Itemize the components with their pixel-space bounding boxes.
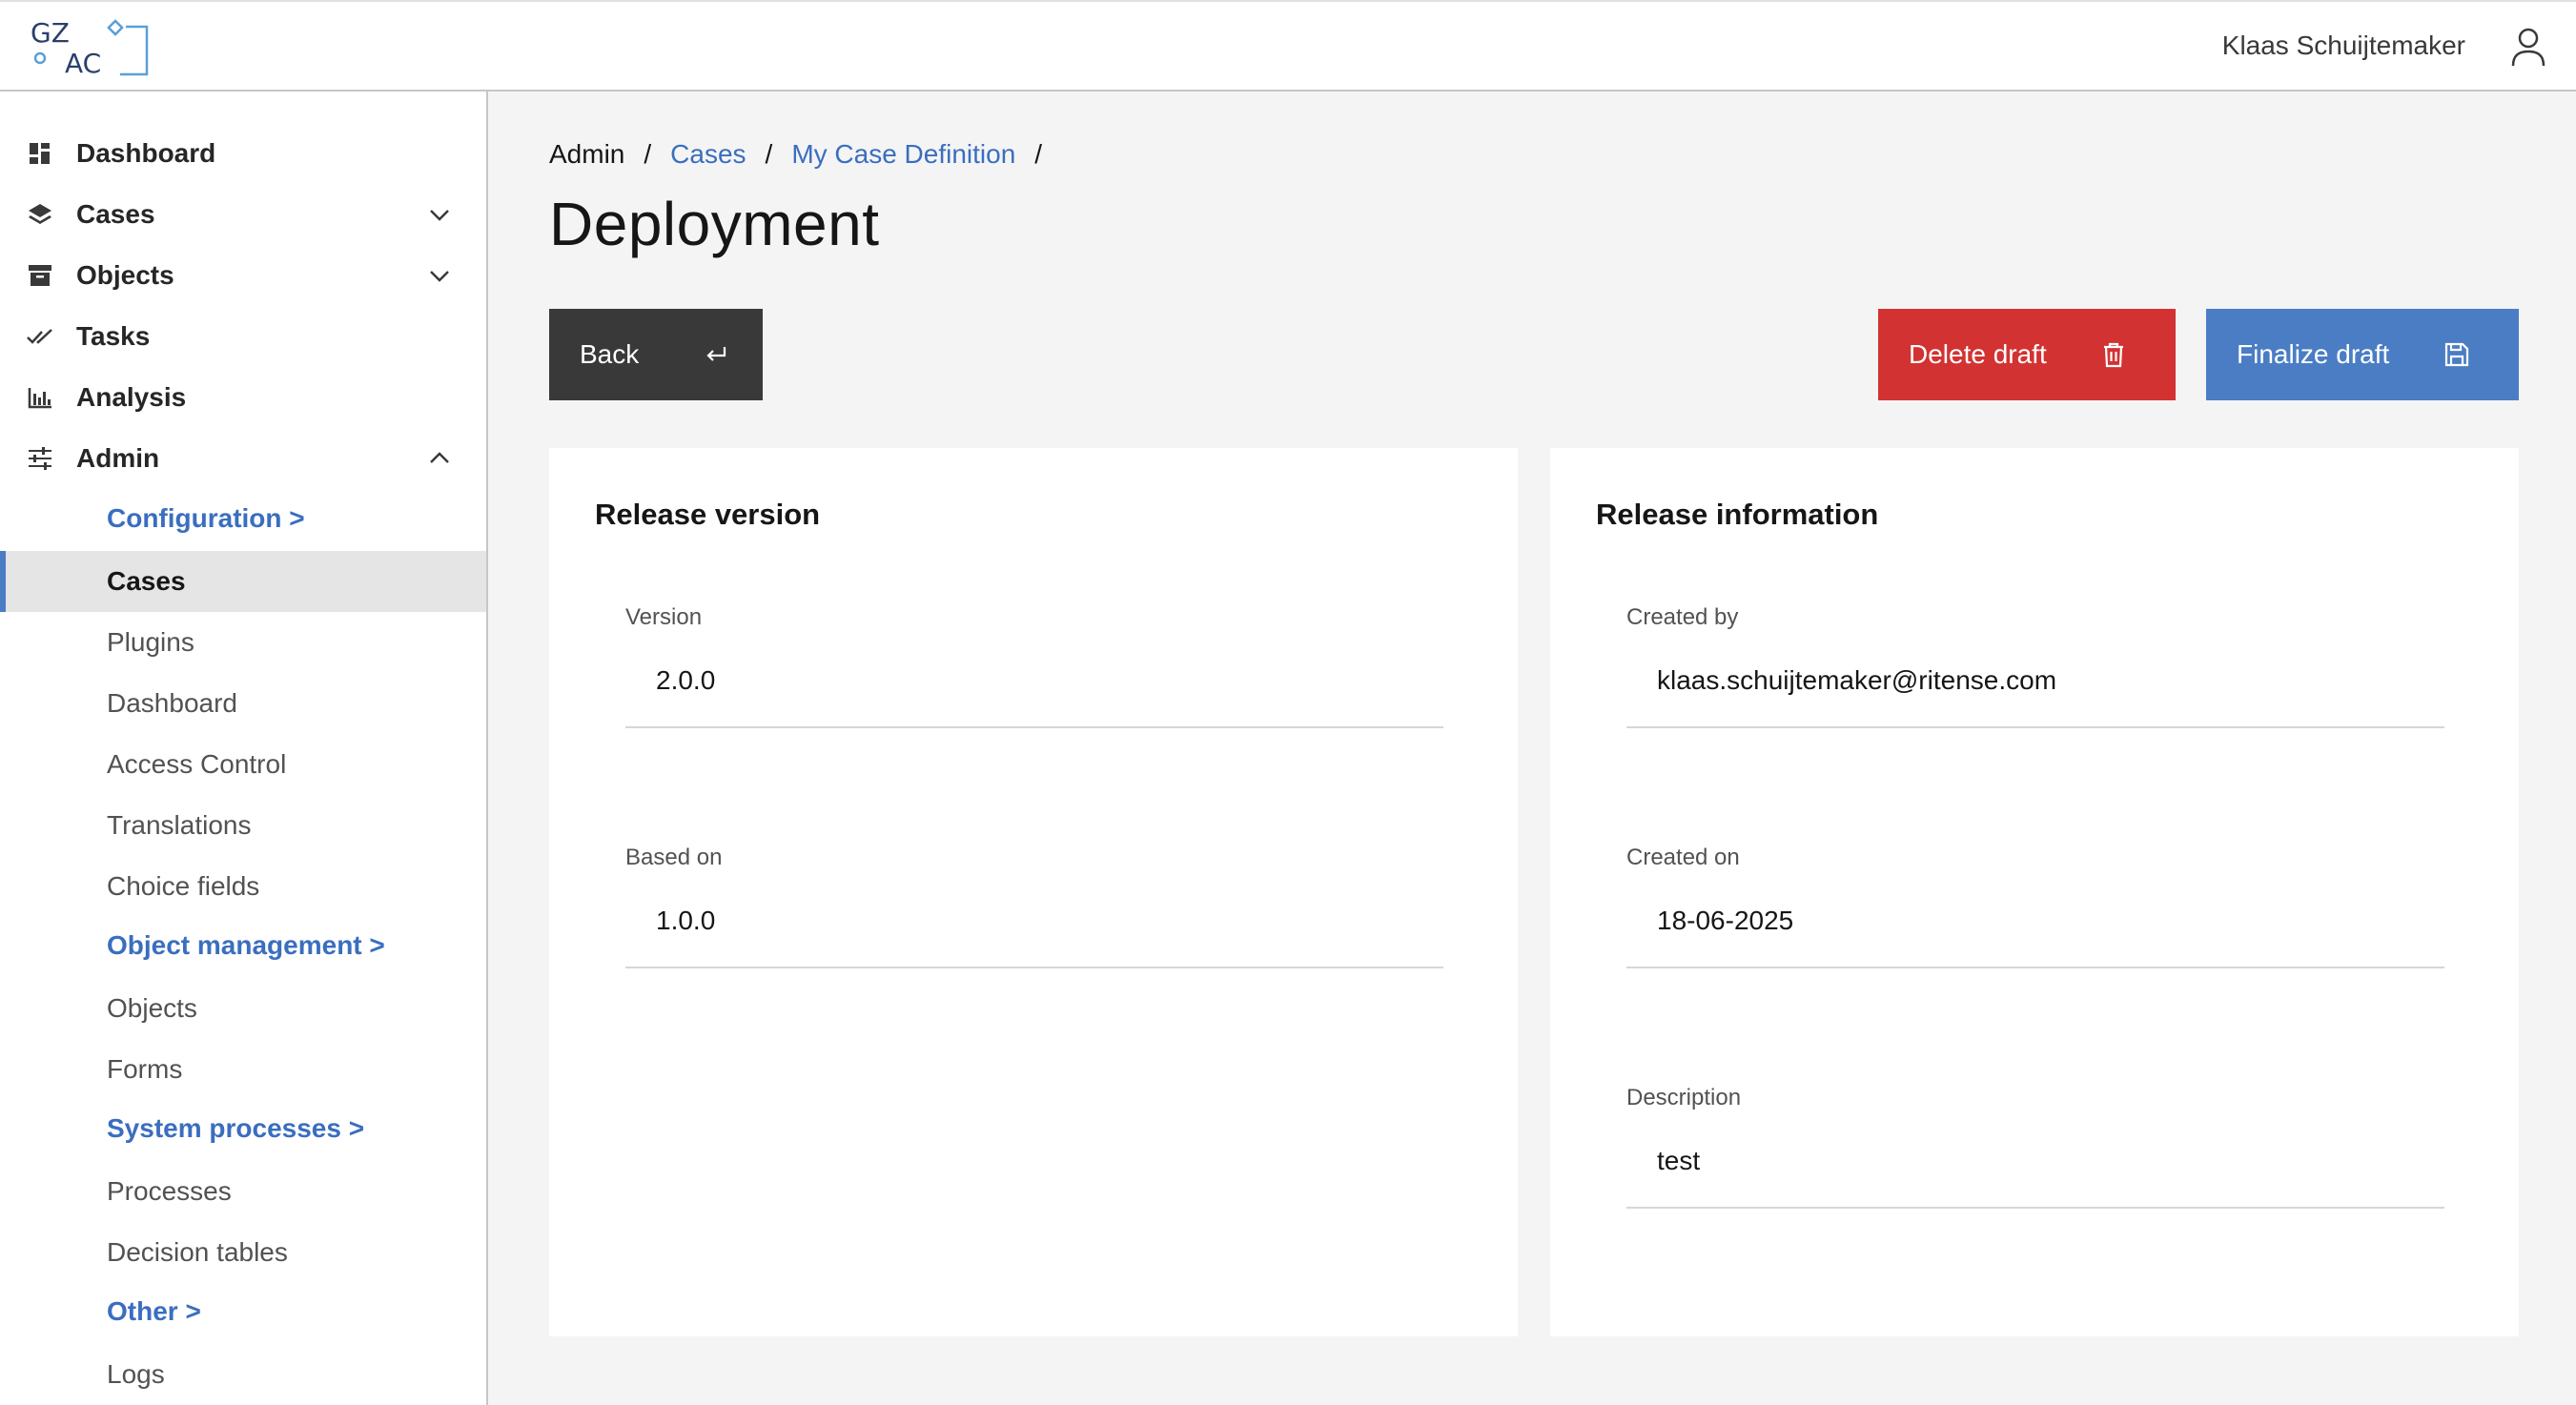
breadcrumb-separator: / (1034, 139, 1043, 169)
sidebar-item-objects[interactable]: Objects (0, 245, 486, 306)
user-icon[interactable] (2509, 27, 2547, 67)
top-header: GZ AC Klaas Schuijtemaker (0, 0, 2576, 92)
user-name: Klaas Schuijtemaker (2221, 31, 2465, 60)
breadcrumb-admin: Admin (549, 139, 625, 169)
sidebar-group-other[interactable]: Other > (0, 1281, 486, 1342)
sidebar-item-tasks[interactable]: Tasks (0, 306, 486, 367)
sidebar-item-analysis[interactable]: Analysis (0, 367, 486, 428)
svg-text:GZ: GZ (31, 17, 70, 49)
sidebar-item-label: Plugins (107, 627, 194, 657)
sidebar-item-admin-dashboard[interactable]: Dashboard (0, 673, 486, 734)
sidebar-item-label: Forms (107, 1054, 183, 1084)
page-title: Deployment (549, 190, 880, 258)
sidebar-item-label: Logs (107, 1359, 165, 1389)
version-label: Version (625, 604, 703, 630)
sidebar-item-processes[interactable]: Processes (0, 1161, 486, 1222)
created-on-field: 18-06-2025 (1626, 885, 2444, 968)
created-on-label: Created on (1626, 845, 1740, 870)
chevron-up-icon[interactable] (425, 444, 454, 473)
sidebar-item-label: Tasks (76, 321, 151, 351)
sidebar-item-label: Access Control (107, 749, 287, 779)
created-by-value: klaas.schuijtemaker@ritense.com (1657, 665, 2057, 695)
sidebar-group-configuration[interactable]: Configuration > (0, 488, 486, 549)
bar-chart-icon (27, 384, 53, 411)
breadcrumb-separator: / (765, 139, 773, 169)
chevron-down-icon[interactable] (425, 261, 454, 290)
description-value: test (1657, 1146, 1701, 1175)
trash-icon (2099, 340, 2128, 369)
sidebar-item-label: Processes (107, 1176, 232, 1206)
checkmark-icon (27, 323, 53, 350)
sidebar-item-choice-fields[interactable]: Choice fields (0, 856, 486, 917)
sidebar-item-label: Choice fields (107, 871, 260, 901)
chevron-down-icon[interactable] (425, 200, 454, 229)
version-value: 2.0.0 (656, 665, 716, 695)
created-by-field: klaas.schuijtemaker@ritense.com (1626, 644, 2444, 728)
based-on-label: Based on (625, 845, 723, 870)
description-field: test (1626, 1125, 2444, 1209)
card-title: Release information (1596, 498, 1879, 531)
finalize-draft-button[interactable]: Finalize draft (2206, 309, 2519, 400)
sidebar-item-admin-cases[interactable]: Cases (0, 551, 486, 612)
sidebar-item-forms[interactable]: Forms (0, 1039, 486, 1100)
sidebar-item-label: Cases (76, 199, 155, 229)
delete-draft-button[interactable]: Delete draft (1878, 309, 2176, 400)
sidebar-item-logs[interactable]: Logs (0, 1344, 486, 1405)
breadcrumb-separator: / (644, 139, 652, 169)
sidebar-item-plugins[interactable]: Plugins (0, 612, 486, 673)
sidebar-group-label: Configuration > (107, 503, 305, 533)
version-field: 2.0.0 (625, 644, 1443, 728)
created-by-label: Created by (1626, 604, 1739, 630)
sidebar-group-label: System processes > (107, 1113, 365, 1143)
sidebar-item-translations[interactable]: Translations (0, 795, 486, 856)
card-title: Release version (595, 498, 821, 531)
sidebar-item-label: Cases (107, 566, 186, 596)
breadcrumb-case-definition-link[interactable]: My Case Definition (791, 139, 1015, 170)
based-on-value: 1.0.0 (656, 906, 716, 935)
sidebar-item-label: Decision tables (107, 1237, 288, 1267)
layers-icon (27, 201, 53, 228)
release-version-card: Release version Version 2.0.0 Based on 1… (549, 448, 1518, 1336)
sidebar-group-object-management[interactable]: Object management > (0, 915, 486, 976)
grid-icon (27, 140, 53, 167)
back-button[interactable]: Back (549, 309, 763, 400)
sidebar-item-access-control[interactable]: Access Control (0, 734, 486, 795)
sidebar-item-label: Translations (107, 810, 252, 840)
sidebar-item-label: Admin (76, 443, 160, 473)
finalize-draft-label: Finalize draft (2237, 339, 2390, 369)
sidebar-group-label: Other > (107, 1296, 201, 1326)
sidebar-item-label: Objects (76, 260, 174, 290)
archive-icon (27, 262, 53, 289)
release-information-card: Release information Created by klaas.sch… (1550, 448, 2519, 1336)
sidebar: Dashboard Cases Objects Tasks Analysis A… (0, 92, 488, 1405)
based-on-field: 1.0.0 (625, 885, 1443, 968)
created-on-value: 18-06-2025 (1657, 906, 1794, 935)
sliders-icon (27, 445, 53, 472)
delete-draft-label: Delete draft (1909, 339, 2047, 369)
sidebar-item-label: Dashboard (76, 138, 216, 168)
app-logo[interactable]: GZ AC (29, 15, 153, 79)
description-label: Description (1626, 1085, 1742, 1110)
sidebar-group-label: Object management > (107, 930, 385, 960)
breadcrumb: Admin / Cases / My Case Definition / (549, 139, 1061, 170)
sidebar-item-cases[interactable]: Cases (0, 184, 486, 245)
breadcrumb-cases-link[interactable]: Cases (670, 139, 746, 170)
back-button-label: Back (580, 339, 640, 369)
sidebar-item-label: Dashboard (107, 688, 237, 718)
sidebar-item-admin[interactable]: Admin (0, 428, 486, 489)
sidebar-item-decision-tables[interactable]: Decision tables (0, 1222, 486, 1283)
sidebar-group-system-processes[interactable]: System processes > (0, 1098, 486, 1159)
sidebar-item-label: Analysis (76, 382, 187, 412)
save-icon (2443, 340, 2471, 369)
svg-text:AC: AC (65, 48, 101, 78)
sidebar-item-admin-objects[interactable]: Objects (0, 978, 486, 1039)
sidebar-item-dashboard[interactable]: Dashboard (0, 123, 486, 184)
return-arrow-icon (702, 340, 730, 369)
sidebar-item-label: Objects (107, 993, 197, 1023)
